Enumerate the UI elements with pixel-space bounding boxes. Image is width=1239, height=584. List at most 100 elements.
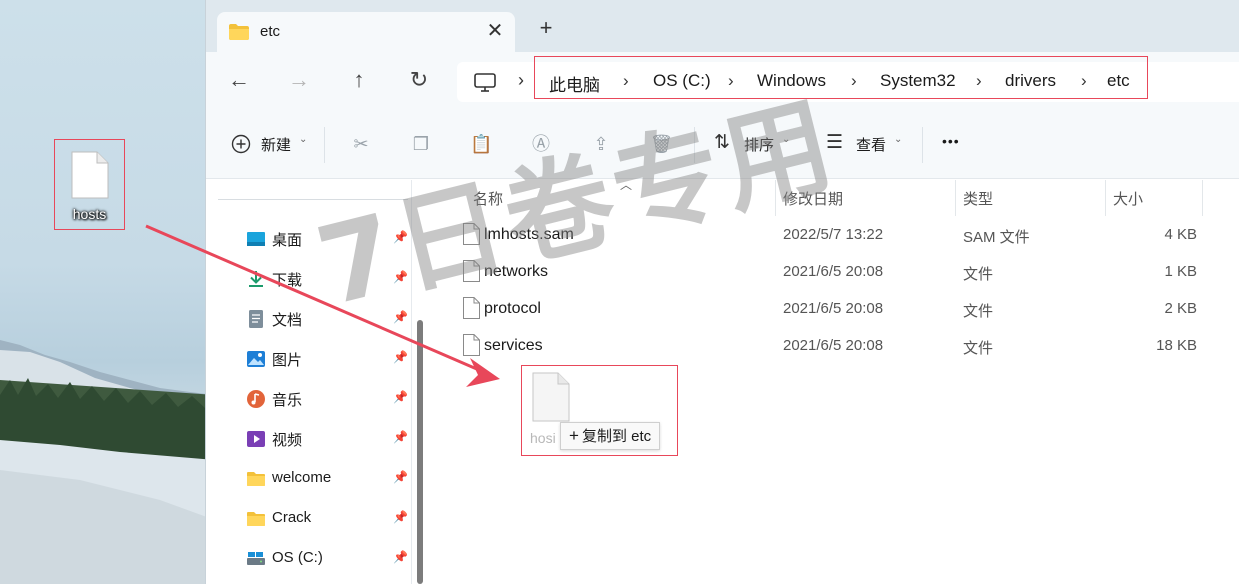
file-name: services	[484, 337, 543, 354]
plus-icon: +	[569, 426, 579, 445]
landscape-wallpaper	[0, 340, 215, 584]
sidebar-item-documents[interactable]: 文档 📌	[246, 304, 416, 334]
sidebar-item-pictures[interactable]: 图片 📌	[246, 344, 416, 374]
chevron-down-icon: ⌄	[299, 134, 308, 145]
desktop-icon	[247, 232, 265, 246]
sidebar-item-label: 下载	[272, 272, 303, 289]
pin-icon[interactable]: 📌	[393, 350, 408, 364]
pin-icon[interactable]: 📌	[393, 390, 408, 404]
sidebar-item-label: 桌面	[272, 232, 303, 249]
close-tab-icon[interactable]: ✕	[482, 18, 508, 44]
sidebar-item-crack[interactable]: Crack 📌	[246, 504, 416, 534]
breadcrumb-windows[interactable]: Windows	[757, 71, 826, 91]
sidebar-item-music[interactable]: 音乐 📌	[246, 384, 416, 414]
tab-bar: etc ✕ +	[206, 0, 1239, 52]
file-date: 2021/6/5 20:08	[783, 263, 884, 280]
column-divider	[1202, 180, 1203, 216]
sidebar-item-downloads[interactable]: 下载 📌	[246, 264, 416, 294]
sidebar-item-label: 文档	[272, 312, 303, 329]
up-icon[interactable]: ↑	[344, 65, 374, 95]
file-size: 2 KB	[1164, 300, 1197, 317]
table-row[interactable]: lmhosts.sam 2022/5/7 13:22 SAM 文件 4 KB	[430, 216, 1239, 253]
breadcrumb-etc[interactable]: etc	[1107, 71, 1130, 91]
share-icon[interactable]: ⇪	[590, 133, 612, 155]
paste-icon[interactable]: 📋	[470, 133, 492, 155]
breadcrumb-system32[interactable]: System32	[880, 71, 956, 91]
file-icon	[71, 151, 109, 199]
sidebar-item-desktop[interactable]: 桌面 📌	[246, 224, 416, 254]
pin-icon[interactable]: 📌	[393, 430, 408, 444]
chevron-right-icon: ›	[1081, 71, 1087, 90]
navigation-bar: ← → ↑ ↻ › 此电脑 › OS (C:) › Windows › Syst…	[206, 52, 1239, 109]
chevron-right-icon: ›	[518, 70, 524, 90]
navigation-pane: 桌面 📌 下载 📌 文档 📌 图片 📌 音乐 📌 视频 📌 welcome 📌 …	[206, 180, 416, 584]
breadcrumb-drivers[interactable]: drivers	[1005, 71, 1056, 91]
file-type: 文件	[963, 340, 994, 357]
pictures-icon	[247, 351, 265, 367]
table-row[interactable]: services 2021/6/5 20:08 文件 18 KB	[430, 327, 1239, 364]
more-options-icon[interactable]: •••	[942, 133, 960, 159]
pin-icon[interactable]: 📌	[393, 270, 408, 284]
column-header-type[interactable]: 类型	[963, 188, 993, 209]
table-row[interactable]: networks 2021/6/5 20:08 文件 1 KB	[430, 253, 1239, 290]
chevron-right-icon: ›	[976, 71, 982, 90]
drag-tooltip: + 复制到 etc	[560, 422, 661, 450]
file-date: 2021/6/5 20:08	[783, 337, 884, 354]
file-type: 文件	[963, 266, 994, 283]
command-bar: 新建 ⌄ ✂ ❐ 📋 Ⓐ ⇪ 🗑 ⇅ 排序 ⌄ ☰ 查看 ⌄ •••	[206, 109, 1239, 179]
file-icon	[463, 334, 480, 356]
folder-icon	[247, 472, 265, 486]
sidebar-item-videos[interactable]: 视频 📌	[246, 424, 416, 454]
pin-icon[interactable]: 📌	[393, 550, 408, 564]
drag-tooltip-text: 复制到 etc	[581, 428, 652, 445]
file-size: 1 KB	[1164, 263, 1197, 280]
file-icon	[463, 223, 480, 245]
file-type: 文件	[963, 303, 994, 320]
file-icon	[463, 297, 480, 319]
column-header-size[interactable]: 大小	[1113, 188, 1143, 209]
tab-etc[interactable]: etc ✕	[217, 12, 515, 52]
this-pc-icon	[474, 73, 496, 92]
file-name: lmhosts.sam	[484, 226, 574, 243]
breadcrumb-this-pc[interactable]: 此电脑	[549, 71, 600, 96]
file-icon	[532, 372, 570, 422]
download-icon	[249, 271, 263, 287]
pin-icon[interactable]: 📌	[393, 470, 408, 484]
sort-ascending-icon: ︿	[620, 178, 633, 192]
folder-icon	[247, 512, 265, 526]
column-header-name[interactable]: 名称	[473, 188, 503, 209]
drag-ghost-name: hosi	[530, 430, 556, 446]
sidebar-item-os-c[interactable]: OS (C:) 📌	[246, 544, 416, 574]
divider	[411, 180, 412, 584]
cut-icon[interactable]: ✂	[350, 133, 372, 155]
table-row[interactable]: protocol 2021/6/5 20:08 文件 2 KB	[430, 290, 1239, 327]
delete-icon[interactable]: 🗑	[650, 133, 673, 155]
sidebar-item-label: OS (C:)	[272, 549, 323, 566]
refresh-icon[interactable]: ↻	[404, 65, 434, 95]
rename-icon[interactable]: Ⓐ	[530, 133, 552, 155]
sort-button-label: 排序	[744, 137, 775, 154]
sidebar-scrollbar[interactable]	[417, 320, 423, 584]
file-icon	[463, 260, 480, 282]
copy-icon[interactable]: ❐	[410, 133, 432, 155]
plus-circle-icon	[231, 134, 251, 154]
pin-icon[interactable]: 📌	[393, 310, 408, 324]
view-button-label: 查看	[856, 137, 887, 154]
breadcrumb-os-c[interactable]: OS (C:)	[653, 71, 711, 91]
new-tab-icon[interactable]: +	[534, 16, 558, 40]
divider	[324, 127, 325, 163]
column-header-date[interactable]: 修改日期	[783, 188, 843, 209]
pin-icon[interactable]: 📌	[393, 510, 408, 524]
back-icon[interactable]: ←	[224, 65, 254, 95]
pin-icon[interactable]: 📌	[393, 230, 408, 244]
tab-title: etc	[260, 23, 281, 40]
sort-icon: ⇅	[714, 132, 730, 153]
new-button-label: 新建	[261, 137, 292, 154]
desktop-hosts-file[interactable]: hosts	[54, 139, 125, 230]
video-icon	[247, 431, 265, 447]
forward-icon[interactable]: →	[284, 65, 314, 95]
sidebar-item-welcome[interactable]: welcome 📌	[246, 464, 416, 494]
view-list-icon: ☰	[826, 132, 844, 153]
file-name: networks	[484, 263, 549, 280]
file-size: 4 KB	[1164, 226, 1197, 243]
